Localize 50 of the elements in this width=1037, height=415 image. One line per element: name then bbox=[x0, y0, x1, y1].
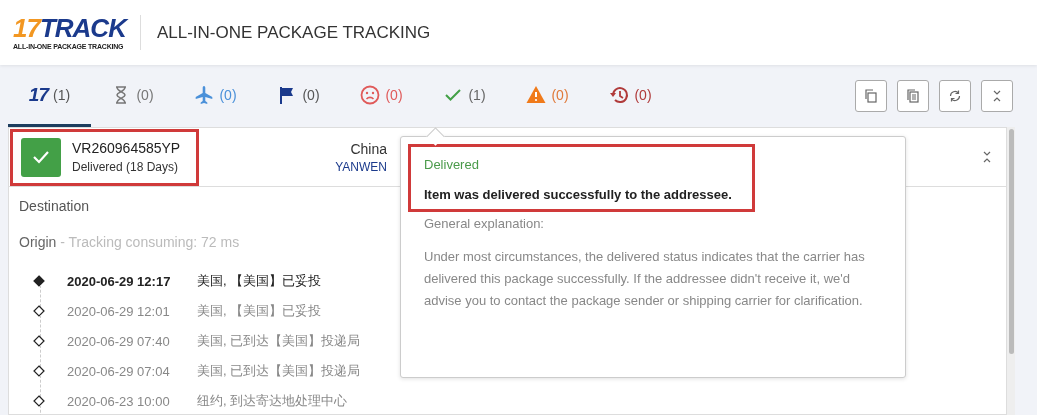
copy-button[interactable] bbox=[855, 80, 887, 112]
status-tab[interactable]: (0) bbox=[589, 65, 672, 127]
sad-face-icon bbox=[360, 84, 381, 105]
collapse-button[interactable] bbox=[981, 80, 1013, 112]
copy-icon bbox=[864, 89, 878, 103]
check-icon bbox=[32, 150, 50, 164]
tab-count: (0) bbox=[385, 86, 403, 103]
tab-count: (1) bbox=[53, 86, 71, 103]
collapse-icon bbox=[992, 90, 1002, 102]
tracking-number[interactable]: VR260964585YP bbox=[72, 140, 181, 156]
origin-country: China bbox=[349, 140, 387, 157]
status-tab[interactable]: (0) bbox=[257, 65, 340, 127]
event-description: 纽约, 到达寄达地处理中心 bbox=[197, 392, 348, 410]
event-description: 美国, 已到达【美国】投递局 bbox=[197, 332, 361, 350]
status-text: Delivered (18 Days) bbox=[72, 160, 180, 174]
tab-count: (0) bbox=[551, 86, 569, 103]
airplane-icon bbox=[194, 84, 215, 105]
event-time: 2020-06-29 12:17 bbox=[67, 273, 172, 289]
popover-status: Delivered bbox=[424, 157, 480, 172]
refresh-icon bbox=[948, 89, 962, 103]
refresh-button[interactable] bbox=[939, 80, 971, 112]
event-description: 美国, 【美国】已妥投 bbox=[197, 272, 322, 290]
explanation-heading: General explanation: bbox=[424, 216, 545, 231]
tab-count: (0) bbox=[634, 86, 652, 103]
tab-count: (0) bbox=[219, 86, 237, 103]
event-time: 2020-06-29 07:40 bbox=[67, 333, 171, 349]
status-tab[interactable]: (0) bbox=[340, 65, 423, 127]
event-time: 2020-06-29 07:04 bbox=[67, 363, 171, 379]
carrier-link[interactable]: YANWEN bbox=[335, 159, 387, 174]
status-tab[interactable]: (1) bbox=[423, 65, 506, 127]
document-icon bbox=[906, 89, 920, 103]
event-time: 2020-06-29 12:01 bbox=[67, 303, 171, 319]
explanation-text: Under most circumstances, the delivered status indicates that the carrier has delivered this package successfully. If the addressee didn't receive it, we'd advise you to contact the package sender or shipping carrier for clarification. bbox=[424, 248, 866, 310]
tab-count: (0) bbox=[136, 86, 154, 103]
event-description: 美国, 已到达【美国】投递局 bbox=[197, 362, 361, 380]
paste-button[interactable] bbox=[897, 80, 929, 112]
event-time: 2020-06-23 10:00 bbox=[67, 393, 171, 409]
logo-mark: 17 bbox=[28, 83, 48, 106]
status-tab[interactable]: (0) bbox=[91, 65, 174, 127]
warning-icon bbox=[526, 84, 547, 105]
history-icon bbox=[609, 84, 630, 105]
event-description: 美国, 【美国】已妥投 bbox=[197, 302, 322, 320]
tab-count: (1) bbox=[468, 86, 486, 103]
status-tab[interactable]: (0) bbox=[174, 65, 257, 127]
collapse-icon bbox=[982, 151, 992, 163]
origin-label: Origin - Tracking consuming: 72 ms bbox=[19, 234, 241, 250]
tab-count: (0) bbox=[302, 86, 320, 103]
popover-summary: Item was delivered successfully to the addressee. bbox=[424, 187, 733, 202]
page-title: ALL-IN-ONE PACKAGE TRACKING bbox=[156, 22, 431, 43]
destination-label: Destination bbox=[19, 198, 91, 214]
